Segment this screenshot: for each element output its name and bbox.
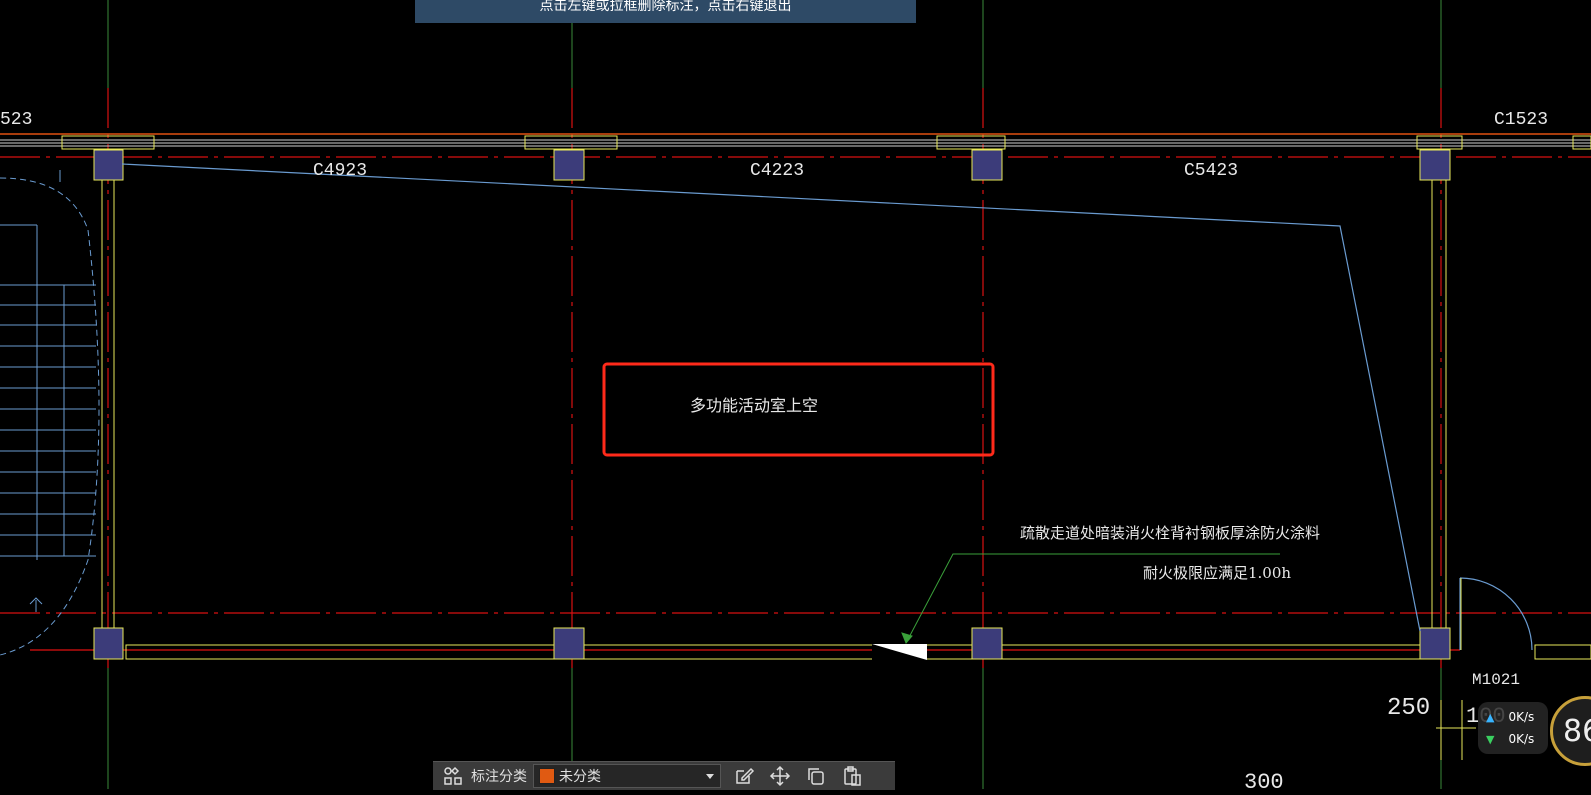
move-icon[interactable]	[767, 764, 793, 788]
window-label-left: 523	[0, 110, 33, 130]
dimension-250: 250	[1387, 695, 1431, 722]
note-line-2: 耐火极限应满足1.00h	[1143, 564, 1292, 582]
command-hint-bar: 点击左键或拉框删除标注，点击右键退出	[415, 0, 916, 23]
dimension-300: 300	[1244, 770, 1284, 795]
window-label-c5423: C5423	[1184, 161, 1239, 181]
window-label-c4223: C4223	[750, 161, 805, 181]
category-label: 标注分类	[471, 769, 527, 785]
window-label-c4923: C4923	[313, 161, 368, 181]
door-swing	[1459, 577, 1533, 651]
chevron-down-icon	[706, 774, 714, 779]
cad-canvas[interactable]	[0, 0, 1591, 789]
usage-percent: 86	[1563, 713, 1591, 749]
window-label-c1523: C1523	[1494, 110, 1549, 130]
edit-icon[interactable]	[731, 764, 757, 788]
green-grid-lines	[107, 0, 1442, 789]
annotation-toolbar: 标注分类 未分类	[433, 761, 895, 790]
network-speed-widget: ▲ 0K/s ▼ 0K/s	[1478, 702, 1548, 754]
staircase	[0, 170, 100, 656]
command-hint-text: 点击左键或拉框删除标注，点击右键退出	[539, 0, 792, 14]
top-window-band	[0, 135, 1591, 150]
note-line-1: 疏散走道处暗装消火栓背衬钢板厚涂防火涂料	[1020, 524, 1321, 542]
category-grid-icon[interactable]	[441, 764, 465, 788]
category-select-value: 未分类	[559, 769, 601, 785]
door-label: M1021	[1472, 671, 1521, 689]
paste-icon[interactable]	[839, 764, 865, 788]
copy-icon[interactable]	[803, 764, 829, 788]
bottom-wall	[125, 644, 1591, 660]
category-select[interactable]: 未分类	[533, 764, 721, 788]
room-label[interactable]: 多功能活动室上空	[690, 398, 818, 414]
upload-arrow-icon: ▲	[1486, 710, 1495, 724]
download-speed: 0K/s	[1508, 732, 1535, 746]
upload-speed: 0K/s	[1508, 710, 1535, 724]
download-arrow-icon: ▼	[1486, 732, 1495, 746]
category-color-swatch	[539, 768, 555, 784]
